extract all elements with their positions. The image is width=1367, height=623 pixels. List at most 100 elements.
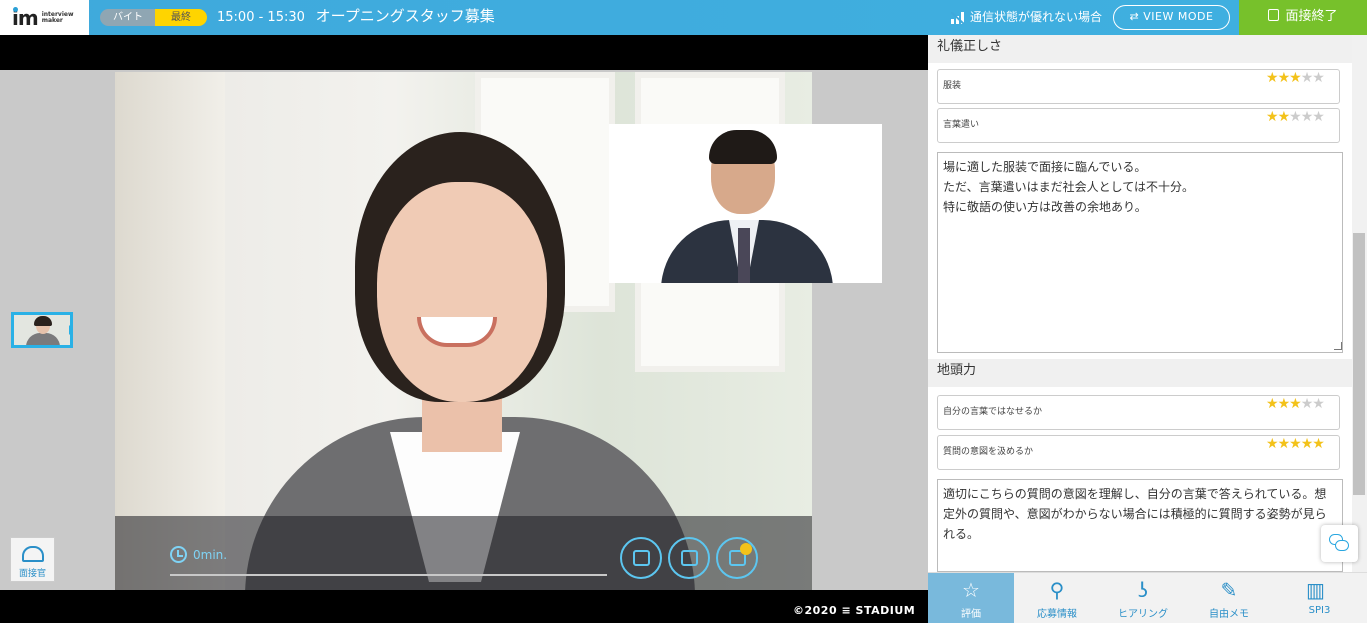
tab-spi3[interactable]: ▥ SPI3 [1272,573,1367,623]
star-rating[interactable]: ★★★★★ [1266,109,1326,125]
interview-title: 15:00 - 15:30 オープニングスタッフ募集 [217,0,495,35]
check-badge-icon [740,543,752,555]
end-interview-label: 面接終了 [1285,9,1338,24]
profile-button[interactable] [716,537,758,579]
star-icon[interactable]: ★ [1278,70,1291,86]
signal-icon [951,11,965,24]
interviewer-list-label: 面接官 [18,569,46,579]
star-icon[interactable]: ★ [1289,70,1302,86]
interviewer-hair [709,130,777,164]
document-icon [681,550,698,566]
clock-icon [170,546,187,563]
star-icon[interactable]: ★ [1289,396,1302,412]
logo-mark: im [12,5,39,30]
bar-chart-icon: ▥ [1306,578,1325,602]
star-icon[interactable]: ★ [1312,436,1325,452]
memo-textarea[interactable]: 場に適した服装で面接に臨んでいる。 ただ、言葉遣いはまだ社会人としては不十分。 … [937,152,1343,353]
rating-label: 自分の言葉ではなせるか [943,407,1043,417]
stage-top-bar [0,35,928,70]
camera-icon [633,550,650,566]
ear-icon: ʖ [1137,578,1149,602]
tab-application-info[interactable]: ⚲ 応募情報 [1014,573,1100,623]
tab-label: 評価 [961,609,981,620]
video-controls: 0min. [115,516,812,590]
view-mode-label: VIEW MODE [1143,10,1214,23]
tag-part-time: バイト [100,9,156,26]
stage-bottom-bar [0,590,928,623]
swap-icon: ⇄ [1129,10,1144,23]
thumb-hair [34,316,52,326]
interviewer-pip-video[interactable] [609,124,882,283]
rating-item[interactable]: 言葉遣い ★★★★★ [937,108,1340,143]
people-icon [22,546,44,562]
star-icon[interactable]: ★ [1301,396,1314,412]
memo-textarea[interactable]: 適切にこちらの質問の意図を理解し、自分の言葉で答えられている。想定外の質問や、意… [937,479,1343,572]
job-title: オープニングスタッフ募集 [315,7,495,25]
section-heading: 礼儀正しさ [928,35,1352,63]
star-rating[interactable]: ★★★★★ [1266,396,1326,412]
star-icon[interactable]: ★ [1312,109,1325,125]
interview-app: im interview maker バイト 最終 15:00 - 15:30 … [0,0,1367,623]
curtain [115,72,225,590]
rating-label: 言葉遣い [943,120,980,130]
tab-hearing[interactable]: ʖ ヒアリング [1100,573,1186,623]
edit-icon: ✎ [1220,578,1238,602]
star-icon[interactable]: ★ [1278,109,1291,125]
exit-icon [1268,9,1280,21]
star-icon[interactable]: ★ [1289,436,1302,452]
brand-name: STADIUM [855,604,916,617]
interviewer-list-button[interactable]: 面接官 [10,537,55,582]
interviewer-tie [738,228,750,283]
tab-label: 自由メモ [1209,609,1249,620]
tab-label: ヒアリング [1118,609,1168,620]
timer-label: 0min. [193,547,228,562]
chat-icon-bubble [1335,540,1349,551]
elapsed-timer: 0min. [170,546,227,563]
rating-item[interactable]: 自分の言葉ではなせるか ★★★★★ [937,395,1340,430]
star-icon[interactable]: ★ [1301,436,1314,452]
rating-label: 質問の意図を汲めるか [943,447,1034,457]
progress-bar[interactable] [170,574,607,576]
star-icon[interactable]: ★ [1266,396,1279,412]
person-icon: ⚲ [1049,578,1065,602]
star-icon[interactable]: ★ [1301,70,1314,86]
rating-item[interactable]: 服装 ★★★★★ [937,69,1340,104]
video-stage: 0min. 面接官 ©2020 ≡ STADIUM [0,35,928,623]
star-rating[interactable]: ★★★★★ [1266,70,1326,86]
poor-connection-label: 通信状態が優れない場合 [970,10,1103,24]
panel-tab-bar: ☆ 評価 ⚲ 応募情報 ʖ ヒアリング ✎ 自由メモ ▥ SPI3 [928,572,1367,623]
scrollbar-thumb[interactable] [1353,233,1365,495]
view-mode-button[interactable]: ⇄ VIEW MODE [1113,5,1230,30]
star-icon: ☆ [962,578,980,602]
candidate-face [377,182,547,402]
star-icon[interactable]: ★ [1278,396,1291,412]
star-icon[interactable]: ★ [1266,436,1279,452]
top-header: im interview maker バイト 最終 15:00 - 15:30 … [0,0,1367,35]
copyright-year: ©2020 [793,604,838,617]
camera-button[interactable] [620,537,662,579]
rating-item[interactable]: 質問の意図を汲めるか ★★★★★ [937,435,1340,470]
star-icon[interactable]: ★ [1312,70,1325,86]
star-icon[interactable]: ★ [1301,109,1314,125]
copyright: ©2020 ≡ STADIUM [793,604,915,617]
logo: im interview maker [0,0,89,35]
interview-time: 15:00 - 15:30 [217,10,305,25]
end-interview-button[interactable]: 面接終了 [1239,0,1367,35]
star-icon[interactable]: ★ [1278,436,1291,452]
section-heading: 地頭力 [928,359,1352,387]
star-icon[interactable]: ★ [1312,396,1325,412]
stadium-logo-icon: ≡ [841,604,856,617]
chat-button[interactable] [1321,525,1358,562]
star-rating[interactable]: ★★★★★ [1266,436,1326,452]
tab-free-memo[interactable]: ✎ 自由メモ [1186,573,1272,623]
logo-subtext: interview maker [41,10,74,24]
star-icon[interactable]: ★ [1289,109,1302,125]
tab-label: 応募情報 [1037,609,1077,620]
star-icon[interactable]: ★ [1266,109,1279,125]
notes-button[interactable] [668,537,710,579]
poor-connection-link[interactable]: 通信状態が優れない場合 [951,0,1102,35]
participant-thumbnail[interactable] [11,312,73,348]
tab-evaluation[interactable]: ☆ 評価 [928,573,1014,623]
resize-handle-icon[interactable] [1334,342,1342,350]
star-icon[interactable]: ★ [1266,70,1279,86]
